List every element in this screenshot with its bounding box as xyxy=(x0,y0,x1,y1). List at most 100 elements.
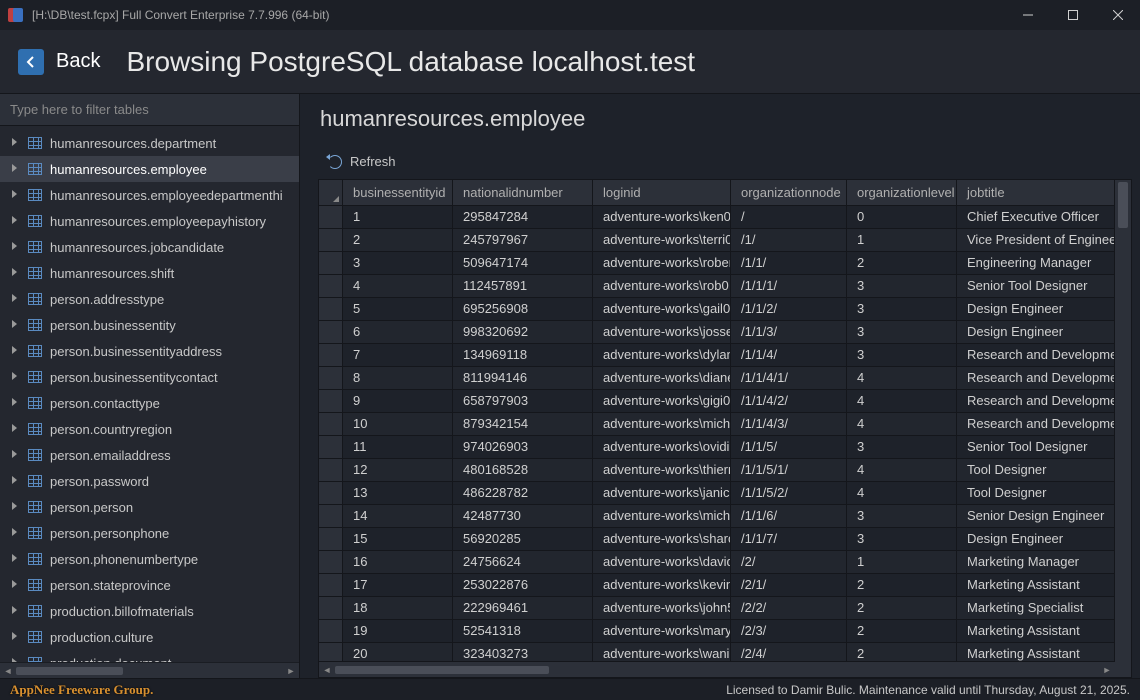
sidebar-item[interactable]: production.document xyxy=(0,650,299,662)
sidebar-item[interactable]: person.addresstype xyxy=(0,286,299,312)
cell[interactable]: 19 xyxy=(343,620,453,642)
expander-icon[interactable] xyxy=(10,631,22,643)
cell[interactable]: 222969461 xyxy=(453,597,593,619)
table-row[interactable]: 3509647174adventure-works\roberto0/1/1/2… xyxy=(319,252,1115,275)
cell[interactable]: adventure-works\ken0 xyxy=(593,206,731,228)
grid-horizontal-scrollbar[interactable]: ◄ ► xyxy=(319,661,1115,677)
cell[interactable]: 12 xyxy=(343,459,453,481)
cell[interactable]: 2 xyxy=(847,574,957,596)
table-row[interactable]: 12480168528adventure-works\thierry0/1/1/… xyxy=(319,459,1115,482)
sidebar-item[interactable]: humanresources.employeepayhistory xyxy=(0,208,299,234)
expander-icon[interactable] xyxy=(10,657,22,662)
cell[interactable]: 2 xyxy=(847,252,957,274)
expander-icon[interactable] xyxy=(10,319,22,331)
table-row[interactable]: 1624756624adventure-works\david0/2/1Mark… xyxy=(319,551,1115,574)
sidebar-item[interactable]: person.person xyxy=(0,494,299,520)
row-selector[interactable] xyxy=(319,528,343,550)
sidebar-item[interactable]: humanresources.employee xyxy=(0,156,299,182)
cell[interactable]: 17 xyxy=(343,574,453,596)
column-header[interactable]: loginid xyxy=(593,180,731,205)
cell[interactable]: Marketing Manager xyxy=(957,551,1115,573)
cell[interactable]: 2 xyxy=(847,643,957,661)
cell[interactable]: adventure-works\rob0 xyxy=(593,275,731,297)
cell[interactable]: 56920285 xyxy=(453,528,593,550)
sidebar-item[interactable]: person.businessentity xyxy=(0,312,299,338)
column-header[interactable]: jobtitle xyxy=(957,180,1115,205)
cell[interactable]: 4 xyxy=(847,482,957,504)
cell[interactable]: Research and Development M xyxy=(957,413,1115,435)
cell[interactable]: adventure-works\sharon0 xyxy=(593,528,731,550)
cell[interactable]: 3 xyxy=(343,252,453,274)
row-selector[interactable] xyxy=(319,597,343,619)
row-selector[interactable] xyxy=(319,551,343,573)
cell[interactable]: adventure-works\michael8 xyxy=(593,505,731,527)
cell[interactable]: Engineering Manager xyxy=(957,252,1115,274)
cell[interactable]: 2 xyxy=(847,597,957,619)
table-row[interactable]: 7134969118adventure-works\dylan0/1/1/4/3… xyxy=(319,344,1115,367)
cell[interactable]: 9 xyxy=(343,390,453,412)
row-selector[interactable] xyxy=(319,298,343,320)
table-row[interactable]: 4112457891adventure-works\rob0/1/1/1/3Se… xyxy=(319,275,1115,298)
cell[interactable]: Chief Executive Officer xyxy=(957,206,1115,228)
cell[interactable]: 52541318 xyxy=(453,620,593,642)
cell[interactable]: adventure-works\wanida0 xyxy=(593,643,731,661)
expander-icon[interactable] xyxy=(10,137,22,149)
maximize-button[interactable] xyxy=(1050,0,1095,30)
cell[interactable]: /1/1/6/ xyxy=(731,505,847,527)
expander-icon[interactable] xyxy=(10,215,22,227)
cell[interactable]: 974026903 xyxy=(453,436,593,458)
cell[interactable]: adventure-works\ovidiu0 xyxy=(593,436,731,458)
cell[interactable]: / xyxy=(731,206,847,228)
table-row[interactable]: 6998320692adventure-works\jossef0/1/1/3/… xyxy=(319,321,1115,344)
row-selector[interactable] xyxy=(319,574,343,596)
cell[interactable]: /2/ xyxy=(731,551,847,573)
table-row[interactable]: 2245797967adventure-works\terri0/1/1Vice… xyxy=(319,229,1115,252)
cell[interactable]: Marketing Assistant xyxy=(957,574,1115,596)
cell[interactable]: 3 xyxy=(847,436,957,458)
expander-icon[interactable] xyxy=(10,189,22,201)
row-selector[interactable] xyxy=(319,229,343,251)
cell[interactable]: Design Engineer xyxy=(957,528,1115,550)
cell[interactable]: Senior Design Engineer xyxy=(957,505,1115,527)
cell[interactable]: adventure-works\mary2 xyxy=(593,620,731,642)
cell[interactable]: Design Engineer xyxy=(957,298,1115,320)
table-row[interactable]: 5695256908adventure-works\gail0/1/1/2/3D… xyxy=(319,298,1115,321)
table-row[interactable]: 9658797903adventure-works\gigi0/1/1/4/2/… xyxy=(319,390,1115,413)
cell[interactable]: 6 xyxy=(343,321,453,343)
cell[interactable]: 1 xyxy=(847,551,957,573)
minimize-button[interactable] xyxy=(1005,0,1050,30)
cell[interactable]: 16 xyxy=(343,551,453,573)
cell[interactable]: 658797903 xyxy=(453,390,593,412)
table-row[interactable]: 1442487730adventure-works\michael8/1/1/6… xyxy=(319,505,1115,528)
cell[interactable]: /1/1/4/1/ xyxy=(731,367,847,389)
cell[interactable]: 24756624 xyxy=(453,551,593,573)
cell[interactable]: 811994146 xyxy=(453,367,593,389)
sidebar-item[interactable]: production.culture xyxy=(0,624,299,650)
cell[interactable]: Design Engineer xyxy=(957,321,1115,343)
close-button[interactable] xyxy=(1095,0,1140,30)
table-row[interactable]: 1295847284adventure-works\ken0/0Chief Ex… xyxy=(319,206,1115,229)
sidebar-item[interactable]: person.password xyxy=(0,468,299,494)
cell[interactable]: 5 xyxy=(343,298,453,320)
cell[interactable]: adventure-works\john5 xyxy=(593,597,731,619)
sidebar-item[interactable]: humanresources.employeedepartmenthi xyxy=(0,182,299,208)
cell[interactable]: 323403273 xyxy=(453,643,593,661)
sidebar-item[interactable]: person.businessentitycontact xyxy=(0,364,299,390)
row-selector[interactable] xyxy=(319,252,343,274)
row-selector[interactable] xyxy=(319,505,343,527)
cell[interactable]: Senior Tool Designer xyxy=(957,436,1115,458)
table-row[interactable]: 17253022876adventure-works\kevin0/2/1/2M… xyxy=(319,574,1115,597)
sidebar-item[interactable]: person.countryregion xyxy=(0,416,299,442)
scroll-left-icon[interactable]: ◄ xyxy=(319,662,335,678)
cell[interactable]: 10 xyxy=(343,413,453,435)
expander-icon[interactable] xyxy=(10,605,22,617)
sidebar-item[interactable]: humanresources.jobcandidate xyxy=(0,234,299,260)
cell[interactable]: /1/1/5/ xyxy=(731,436,847,458)
row-selector[interactable] xyxy=(319,390,343,412)
cell[interactable]: 879342154 xyxy=(453,413,593,435)
cell[interactable]: /1/1/4/2/ xyxy=(731,390,847,412)
row-selector[interactable] xyxy=(319,459,343,481)
cell[interactable]: /1/1/7/ xyxy=(731,528,847,550)
cell[interactable]: 15 xyxy=(343,528,453,550)
cell[interactable]: 14 xyxy=(343,505,453,527)
